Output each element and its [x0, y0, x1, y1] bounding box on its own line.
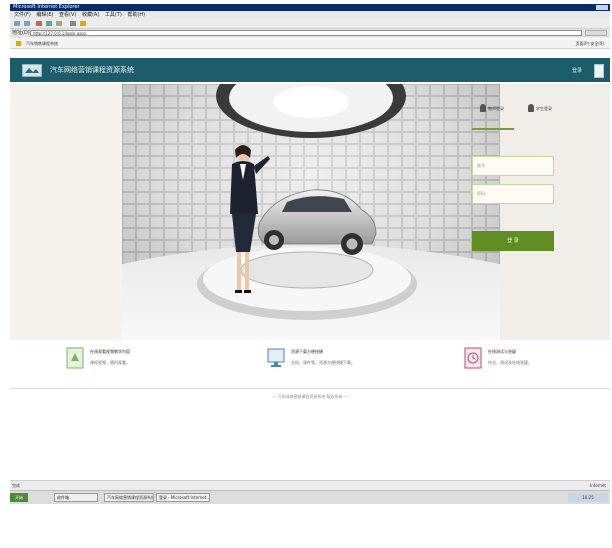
- favorites-bar: 汽车销售课程系统 页面(P) 安全(S): [10, 39, 610, 49]
- home-icon[interactable]: [56, 21, 62, 26]
- refresh-icon[interactable]: [46, 21, 52, 26]
- menu-tools[interactable]: 工具(T): [105, 11, 122, 19]
- status-bar: 完成 Internet: [10, 480, 610, 490]
- tab-student-login[interactable]: 学生登录: [536, 106, 552, 112]
- header-user-button[interactable]: [594, 64, 604, 78]
- login-panel-background: [500, 84, 610, 340]
- feature-video-desc: 课程视频，随时观看。: [90, 360, 130, 365]
- page-menu[interactable]: 页面(P) 安全(S): [576, 39, 604, 48]
- browser-toolbar: [10, 19, 610, 29]
- site-logo: [22, 64, 42, 77]
- tab-teacher-login[interactable]: 教师登录: [488, 106, 504, 112]
- favorites-link[interactable]: 汽车销售课程系统: [26, 39, 58, 48]
- start-button[interactable]: 开始: [10, 493, 28, 502]
- menu-bar: 文件(F) 编辑(E) 查看(V) 收藏(A) 工具(T) 帮助(H): [10, 11, 610, 19]
- menu-edit[interactable]: 编辑(E): [36, 11, 53, 19]
- feature-download-title: 资源下载方便快捷: [291, 349, 323, 354]
- showroom-illustration: [122, 84, 500, 340]
- forward-icon[interactable]: [24, 21, 30, 26]
- taskbar: 开始 收件箱 汽车网络营销课程资源系统 登录 - Microsoft Inter…: [10, 490, 610, 504]
- stop-icon[interactable]: [36, 21, 42, 26]
- banner-image: [122, 84, 500, 340]
- copyright-text: — 汽车网络营销课程资源系统 版权所有 —: [272, 394, 348, 399]
- password-input[interactable]: 密码: [472, 184, 554, 204]
- status-text: 完成: [12, 483, 20, 488]
- status-zone: Internet: [590, 483, 606, 488]
- site-title: 汽车网络营销课程资源系统: [50, 66, 134, 74]
- menu-view[interactable]: 查看(V): [59, 11, 76, 19]
- search-icon[interactable]: [70, 21, 76, 26]
- active-tab-indicator: [472, 128, 514, 130]
- menu-file[interactable]: 文件(F): [14, 11, 31, 19]
- header-login-link[interactable]: 登录: [572, 67, 582, 75]
- window-title-bar: Microsoft Internet Explorer: [10, 4, 610, 11]
- menu-favorites[interactable]: 收藏(A): [82, 11, 99, 19]
- address-input[interactable]: http://127.0.0.1/login.aspx: [30, 30, 582, 36]
- feature-video: 在线观看视频教学内容 课程视频，随时观看。: [66, 347, 216, 373]
- feature-download: 资源下载方便快捷 文档、课件等，资源方便快捷下载。: [267, 347, 417, 373]
- feature-download-desc: 文档、课件等，资源方便快捷下载。: [291, 360, 355, 365]
- feature-test-desc: 作业、测试及在线答疑。: [488, 360, 532, 365]
- feature-test-title: 在线测试与答疑: [488, 349, 516, 354]
- feature-video-title: 在线观看视频教学内容: [90, 349, 130, 354]
- teacher-icon: [480, 104, 486, 112]
- login-button[interactable]: 登 录: [472, 231, 554, 251]
- clock-icon: [464, 347, 482, 369]
- address-label: 地址(D): [12, 30, 30, 36]
- window-title: Microsoft Internet Explorer: [13, 4, 80, 10]
- username-input[interactable]: 账号: [472, 156, 554, 176]
- back-icon[interactable]: [14, 21, 20, 26]
- taskbar-item-browser[interactable]: 登录 - Microsoft Internet...: [156, 493, 210, 502]
- feature-test: 在线测试与答疑 作业、测试及在线答疑。: [464, 347, 604, 373]
- taskbar-item-system[interactable]: 汽车网络营销课程资源系统: [104, 493, 154, 502]
- favorites-star-icon: [16, 41, 21, 46]
- favorites-icon[interactable]: [80, 21, 86, 26]
- address-bar: 地址(D) http://127.0.0.1/login.aspx: [10, 29, 610, 38]
- logo-icon: [25, 68, 39, 73]
- menu-help[interactable]: 帮助(H): [127, 11, 145, 19]
- go-button[interactable]: [585, 30, 607, 36]
- window-controls[interactable]: [596, 5, 608, 10]
- taskbar-item-inbox[interactable]: 收件箱: [54, 493, 98, 502]
- monitor-icon: [267, 348, 285, 367]
- footer-divider: [10, 388, 610, 389]
- taskbar-clock: 10:25: [568, 493, 608, 502]
- video-icon: [66, 347, 84, 369]
- student-icon: [528, 104, 534, 112]
